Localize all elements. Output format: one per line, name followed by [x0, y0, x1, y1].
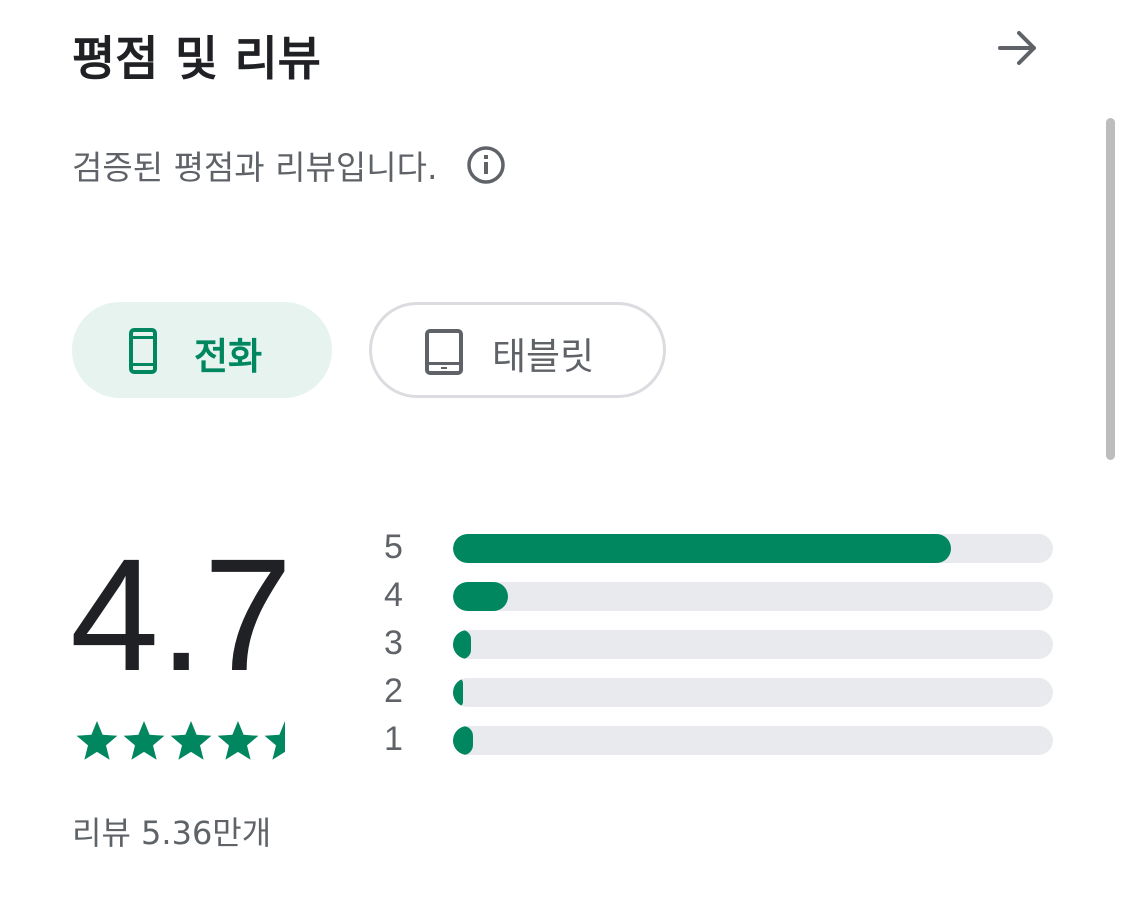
see-all-button[interactable] [990, 20, 1046, 76]
average-rating: 4.7 [70, 525, 293, 704]
histogram-row-5: 5 [380, 524, 1060, 572]
star-full-icon [73, 718, 120, 764]
star-full-icon [120, 718, 167, 764]
star-full-icon [214, 718, 261, 764]
info-button[interactable] [465, 144, 507, 186]
arrow-right-icon [998, 31, 1036, 65]
histogram-fill [453, 678, 464, 707]
star-full-icon [167, 718, 214, 764]
histogram-row-label: 1 [384, 720, 403, 758]
histogram-track [453, 726, 1053, 755]
histogram-fill [453, 726, 473, 755]
chip-tablet-label: 태블릿 [492, 335, 595, 378]
section-title: 평점 및 리뷰 [72, 32, 321, 87]
histogram-fill [453, 534, 951, 563]
histogram-track [453, 582, 1053, 611]
phone-icon [128, 328, 158, 374]
chip-tablet[interactable]: 태블릿 [369, 302, 666, 398]
histogram-fill [453, 630, 471, 659]
histogram-row-4: 4 [380, 572, 1060, 620]
histogram-track [453, 678, 1053, 707]
histogram-row-3: 3 [380, 620, 1060, 668]
histogram-row-label: 5 [384, 528, 403, 566]
verified-note-text: 검증된 평점과 리뷰입니다. [72, 148, 438, 187]
chip-phone[interactable]: 전화 [72, 302, 332, 398]
histogram-track [453, 630, 1053, 659]
ratings-header: 평점 및 리뷰 [72, 14, 1052, 87]
histogram-row-2: 2 [380, 668, 1060, 716]
verified-note: 검증된 평점과 리뷰입니다. [72, 138, 507, 192]
review-count: 리뷰 5.36만개 [72, 814, 272, 852]
histogram-row-label: 2 [384, 672, 403, 710]
info-icon [467, 146, 506, 184]
tablet-icon [424, 328, 464, 376]
histogram-row-label: 3 [384, 624, 403, 662]
chip-phone-label: 전화 [194, 335, 263, 378]
histogram-track [453, 534, 1053, 563]
histogram-fill [453, 582, 509, 611]
star-half-icon [261, 718, 308, 764]
histogram-row-1: 1 [380, 716, 1060, 764]
scrollbar[interactable] [1106, 118, 1115, 460]
histogram-row-label: 4 [384, 576, 403, 614]
star-rating [73, 718, 308, 764]
